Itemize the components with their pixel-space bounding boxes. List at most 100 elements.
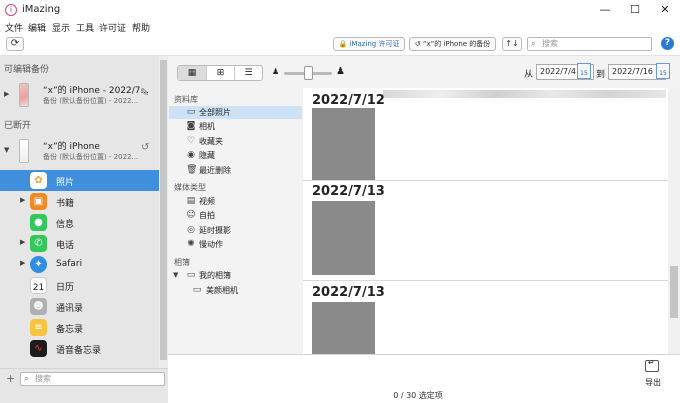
library-item-all-photos[interactable]: ▭ 全部照片	[169, 106, 302, 119]
photos-stack-icon: ▭	[186, 107, 196, 117]
menu-license[interactable]: 许可证	[99, 21, 126, 34]
sidebar-item-messages[interactable]: ● 信息	[0, 212, 159, 233]
my-albums-folder[interactable]: ▼ ▭ 我的相簿	[169, 269, 302, 282]
refresh-icon: ⟳	[10, 38, 20, 49]
lock-icon: 🔒	[338, 40, 348, 48]
section-editable-backups: 可编辑备份	[4, 65, 50, 75]
grid-small-icon: ⊞	[216, 68, 225, 78]
add-button[interactable]: +	[6, 372, 15, 385]
edit-icon[interactable]: ✎	[140, 86, 149, 99]
device-backup-sub: 备份 (默认备份位置) - 2022...	[43, 97, 139, 105]
library-item-favorites[interactable]: ♡ 收藏夹	[169, 135, 302, 148]
sidebar-item-photos[interactable]: ✿ 照片	[0, 170, 159, 191]
phone-icon	[19, 83, 29, 107]
library-item-recently-deleted[interactable]: 🗑 最近删除	[169, 164, 302, 177]
library-item-label: 收藏夹	[199, 137, 223, 146]
menu-file[interactable]: 文件	[5, 21, 23, 34]
device-name: “x”的 iPhone	[43, 142, 100, 152]
sidebar-item-label: 通讯录	[56, 304, 84, 314]
my-albums-label: 我的相簿	[199, 271, 231, 280]
backup-button[interactable]: ↺ “x”的 iPhone 的备份	[409, 37, 496, 51]
device-item[interactable]: ▼ “x”的 iPhone 备份 (默认备份位置) - 2022... ↺	[0, 134, 159, 168]
photo-scroll-thumb[interactable]	[670, 266, 678, 318]
photo-thumbnail[interactable]	[312, 108, 375, 181]
group-divider	[303, 180, 668, 181]
from-calendar-button[interactable]: 15	[577, 63, 591, 79]
media-item-label: 慢动作	[199, 240, 223, 249]
sidebar-item-label: 语音备忘录	[56, 346, 102, 356]
sort-icon: ↑↓	[505, 39, 519, 48]
library-item-camera[interactable]: ◙ 相机	[169, 120, 302, 133]
menu-help[interactable]: 帮助	[132, 21, 150, 34]
sidebar-item-contacts[interactable]: ☻ 通讯录	[0, 296, 159, 317]
to-date-value: 2022/7/16	[612, 67, 654, 76]
search-icon: ⌕	[24, 374, 29, 383]
zoom-slider-thumb[interactable]	[304, 66, 313, 80]
album-item[interactable]: ▭ 美颜相机	[169, 284, 302, 297]
menu-view[interactable]: 显示	[52, 21, 70, 34]
sidebar-item-phone[interactable]: ▶ ✆ 电话	[0, 233, 159, 254]
photo-thumbnail[interactable]	[312, 302, 375, 354]
sidebar-search-input[interactable]: ⌕ 搜索	[20, 372, 165, 386]
grid-small-view-button[interactable]: ⊞	[206, 66, 234, 80]
photo-thumbnail[interactable]	[312, 201, 375, 275]
export-label[interactable]: 导出	[645, 377, 661, 388]
media-item-video[interactable]: ▤ 视频	[169, 195, 302, 208]
minimize-button[interactable]: —	[590, 0, 620, 20]
view-mode-toggle: ▦ ⊞ ☰	[177, 65, 263, 81]
license-button[interactable]: 🔒 iMazing 许可证	[333, 37, 405, 51]
menu-tools[interactable]: 工具	[76, 21, 94, 34]
help-button[interactable]: ?	[661, 37, 674, 50]
maximize-button[interactable]: ☐	[620, 0, 650, 20]
title-bar: i iMazing — ☐ ✕	[0, 0, 680, 20]
phone-call-icon: ✆	[30, 235, 47, 252]
heart-icon: ♡	[186, 136, 196, 146]
from-date-value: 2022/7/4	[540, 67, 576, 76]
close-button[interactable]: ✕	[650, 0, 680, 20]
trash-icon: 🗑	[186, 165, 198, 175]
sort-button[interactable]: ↑↓	[502, 37, 522, 51]
sidebar-item-notes[interactable]: ≡ 备忘录	[0, 317, 159, 338]
media-item-timelapse[interactable]: ◎ 延时摄影	[169, 224, 302, 237]
collapse-arrow-icon[interactable]: ▼	[173, 271, 178, 279]
grid-large-view-button[interactable]: ▦	[178, 66, 206, 80]
expand-arrow-icon[interactable]: ▶	[4, 90, 9, 98]
slomo-icon: ✺	[187, 239, 195, 249]
history-icon[interactable]: ↺	[141, 142, 149, 153]
calendar-icon: 21	[30, 277, 47, 294]
date-group-header: 2022/7/13	[312, 285, 385, 300]
library-item-label: 全部照片	[199, 108, 231, 117]
media-item-slomo[interactable]: ✺ 慢动作	[169, 238, 302, 251]
expand-arrow-icon[interactable]: ▶	[20, 238, 25, 246]
messages-icon: ●	[30, 214, 47, 231]
collapse-arrow-icon[interactable]: ▼	[4, 146, 9, 154]
sidebar-item-calendar[interactable]: 21 日历	[0, 275, 159, 296]
search-placeholder: 搜索	[542, 39, 558, 48]
sidebar-item-books[interactable]: ▶ ▣ 书籍	[0, 191, 159, 212]
library-item-label: 最近删除	[199, 166, 231, 175]
expand-arrow-icon[interactable]: ▶	[20, 196, 25, 204]
media-item-selfie[interactable]: ☺ 自拍	[169, 209, 302, 222]
library-item-hidden[interactable]: ◉ 隐藏	[169, 149, 302, 162]
selection-status: 0 / 30 选定项	[393, 391, 443, 400]
list-view-button[interactable]: ☰	[234, 66, 262, 80]
refresh-button[interactable]: ⟳	[6, 37, 24, 51]
device-backup-item[interactable]: ▶ “x”的 iPhone - 2022/7... 备份 (默认备份位置) - …	[0, 78, 159, 112]
expand-arrow-icon[interactable]: ▶	[20, 259, 25, 267]
menu-edit[interactable]: 编辑	[28, 21, 46, 34]
sidebar-item-safari[interactable]: ▶ ✦ Safari	[0, 254, 159, 275]
export-button[interactable]: ↵	[645, 358, 659, 372]
date-group-header: 2022/7/12	[312, 93, 385, 108]
library-item-label: 相机	[199, 122, 215, 131]
calendar-icon: 15	[580, 70, 588, 77]
folder-icon: ▭	[186, 270, 196, 280]
media-section-header: 媒体类型	[174, 183, 206, 192]
sidebar-scroll-thumb[interactable]	[160, 60, 167, 360]
calendar-day: 21	[32, 283, 45, 293]
toolbar-search-input[interactable]: ⌕ 搜索	[527, 37, 652, 51]
to-calendar-button[interactable]: 15	[656, 63, 670, 79]
media-item-label: 延时摄影	[199, 226, 231, 235]
books-icon: ▣	[30, 193, 47, 210]
sidebar-item-label: 照片	[56, 178, 75, 188]
sidebar-item-voice-memos[interactable]: ∿ 语音备忘录	[0, 338, 159, 359]
